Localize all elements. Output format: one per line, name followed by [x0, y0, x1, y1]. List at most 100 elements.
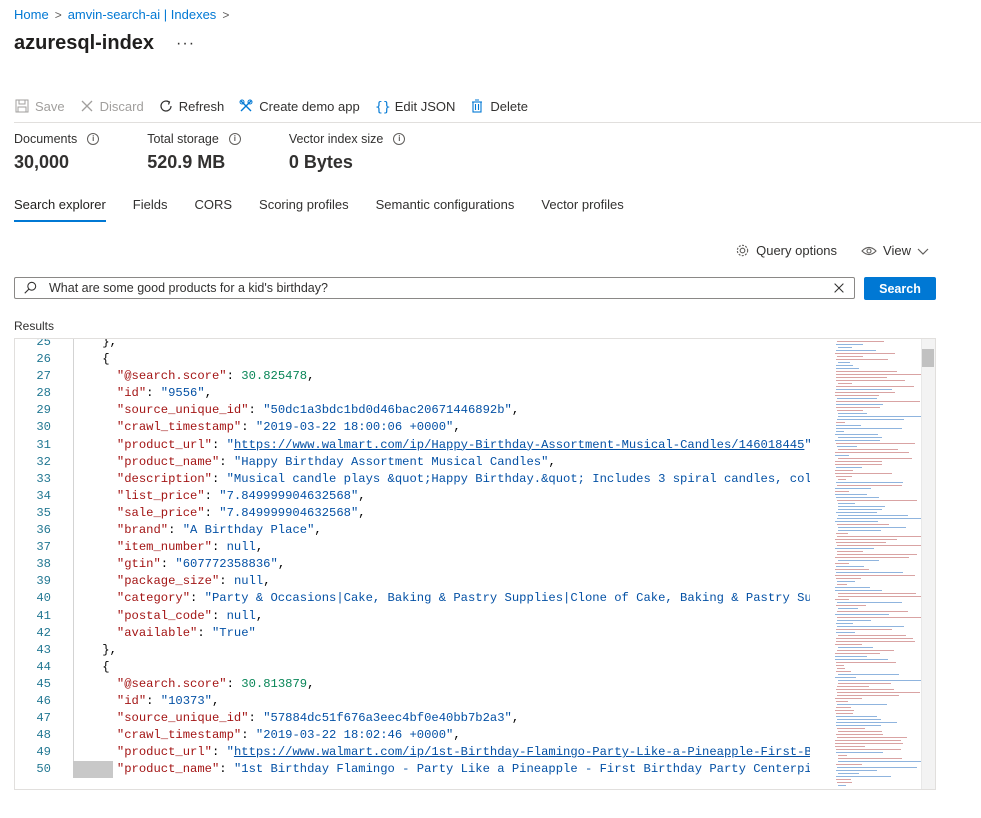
refresh-icon: [160, 100, 172, 112]
minimap-line: [837, 650, 894, 651]
breadcrumb-service[interactable]: amvin-search-ai | Indexes: [68, 7, 217, 22]
info-icon[interactable]: i: [228, 133, 241, 145]
minimap[interactable]: [821, 339, 925, 789]
line-text: },: [73, 642, 117, 657]
minimap-line: [836, 542, 886, 543]
minimap-line: [838, 506, 885, 507]
tab-semantic-configurations[interactable]: Semantic configurations: [376, 197, 515, 222]
minimap-line: [838, 530, 881, 531]
minimap-line: [837, 485, 902, 486]
minimap-line: [836, 641, 915, 642]
stat-label: Documents: [14, 132, 78, 146]
query-options-button[interactable]: Query options: [735, 243, 837, 258]
minimap-line: [837, 611, 908, 612]
code-area[interactable]: 25 }, 26 {27 "@search.score": 30.825478, 2…: [15, 339, 810, 779]
braces-icon: {}: [375, 100, 390, 114]
minimap-line: [836, 572, 903, 573]
stat-label: Vector index size: [288, 132, 384, 146]
clear-icon[interactable]: [832, 281, 846, 295]
line-text: "crawl_timestamp": "2019-03-22 18:02:46 …: [116, 728, 461, 743]
code-line: 44 {: [15, 659, 810, 676]
search-icon: [24, 281, 37, 294]
page-title: azuresql-index: [14, 32, 155, 54]
delete-label: Delete: [490, 98, 528, 114]
minimap-line: [838, 515, 908, 516]
tab-cors[interactable]: CORS: [194, 197, 232, 222]
minimap-line: [837, 581, 855, 582]
minimap-line: [836, 770, 877, 771]
line-text: {: [73, 659, 110, 674]
info-icon[interactable]: i: [393, 133, 406, 145]
breadcrumb-home[interactable]: Home: [14, 7, 49, 22]
minimap-line: [838, 527, 906, 528]
minimap-line: [835, 677, 856, 678]
code-line: 26 {: [15, 351, 810, 368]
minimap-line: [837, 602, 902, 603]
minimap-line: [838, 761, 923, 762]
edit-json-button[interactable]: {} Edit JSON: [374, 98, 456, 115]
info-icon[interactable]: i: [87, 133, 100, 145]
line-text: "available": "True": [116, 625, 256, 640]
minimap-line: [837, 545, 921, 546]
vertical-scrollbar[interactable]: [921, 339, 935, 789]
stat-storage: Total storage i 520.9 MB: [147, 132, 241, 173]
minimap-line: [836, 359, 888, 360]
minimap-line: [837, 737, 907, 738]
refresh-button[interactable]: Refresh: [158, 98, 224, 114]
minimap-line: [835, 521, 878, 522]
scrollbar-thumb[interactable]: [922, 349, 934, 367]
breadcrumb: Home > amvin-search-ai | Indexes >: [14, 7, 229, 22]
minimap-line: [838, 680, 925, 681]
minimap-line: [835, 470, 853, 471]
code-line: 35 "sale_price": "7.849999904632568",: [15, 505, 810, 522]
line-number: 27: [36, 369, 51, 384]
delete-button[interactable]: Delete: [469, 98, 528, 114]
minimap-line: [838, 416, 923, 417]
minimap-line: [836, 665, 844, 666]
search-button[interactable]: Search: [864, 277, 936, 300]
title-row: azuresql-index ···: [14, 32, 195, 55]
tab-fields[interactable]: Fields: [133, 197, 168, 222]
minimap-line: [838, 437, 882, 438]
tab-vector-profiles[interactable]: Vector profiles: [541, 197, 623, 222]
view-dropdown[interactable]: View: [861, 243, 929, 258]
minimap-line: [837, 341, 884, 342]
save-button[interactable]: Save: [14, 98, 65, 114]
tab-search-explorer[interactable]: Search explorer: [14, 197, 106, 222]
code-line: 30 "crawl_timestamp": "2019-03-22 18:00:…: [15, 419, 810, 436]
line-text: "id": "10373",: [116, 693, 220, 708]
line-number: 46: [36, 693, 51, 708]
more-options-icon[interactable]: ···: [176, 35, 195, 53]
create-demo-app-button[interactable]: Create demo app: [238, 98, 360, 114]
code-line: 50 "product_name": "1st Birthday Flaming…: [15, 761, 810, 779]
minimap-line: [837, 719, 881, 720]
code-line: 28 "id": "9556",: [15, 385, 810, 402]
minimap-line: [838, 560, 879, 561]
minimap-line: [836, 428, 902, 429]
search-input[interactable]: [49, 281, 832, 295]
minimap-line: [836, 752, 883, 753]
tab-scoring-profiles[interactable]: Scoring profiles: [259, 197, 349, 222]
minimap-line: [836, 425, 861, 426]
discard-button[interactable]: Discard: [79, 98, 144, 114]
create-demo-label: Create demo app: [259, 98, 360, 114]
code-line: 29 "source_unique_id": "50dc1a3bdc1bd0d4…: [15, 402, 810, 419]
line-text: "product_name": "1st Birthday Flamingo -…: [116, 762, 810, 777]
line-text: "@search.score": 30.825478,: [116, 369, 315, 384]
minimap-line: [837, 419, 904, 420]
line-text: "postal_code": null,: [116, 608, 264, 623]
line-text: "item_number": null,: [116, 540, 264, 555]
tools-icon: [239, 99, 253, 112]
minimap-line: [836, 497, 879, 498]
minimap-line: [838, 509, 882, 510]
minimap-line: [835, 491, 849, 492]
stat-vector: Vector index size i 0 Bytes: [289, 132, 406, 173]
minimap-line: [837, 767, 917, 768]
line-text: {: [73, 352, 110, 367]
code-line: 39 "package_size": null,: [15, 573, 810, 590]
minimap-line: [835, 353, 895, 354]
minimap-line: [837, 398, 877, 399]
minimap-line: [837, 410, 863, 411]
chevron-down-icon: [917, 248, 929, 255]
results-editor[interactable]: 25 }, 26 {27 "@search.score": 30.825478, 2…: [14, 338, 936, 790]
